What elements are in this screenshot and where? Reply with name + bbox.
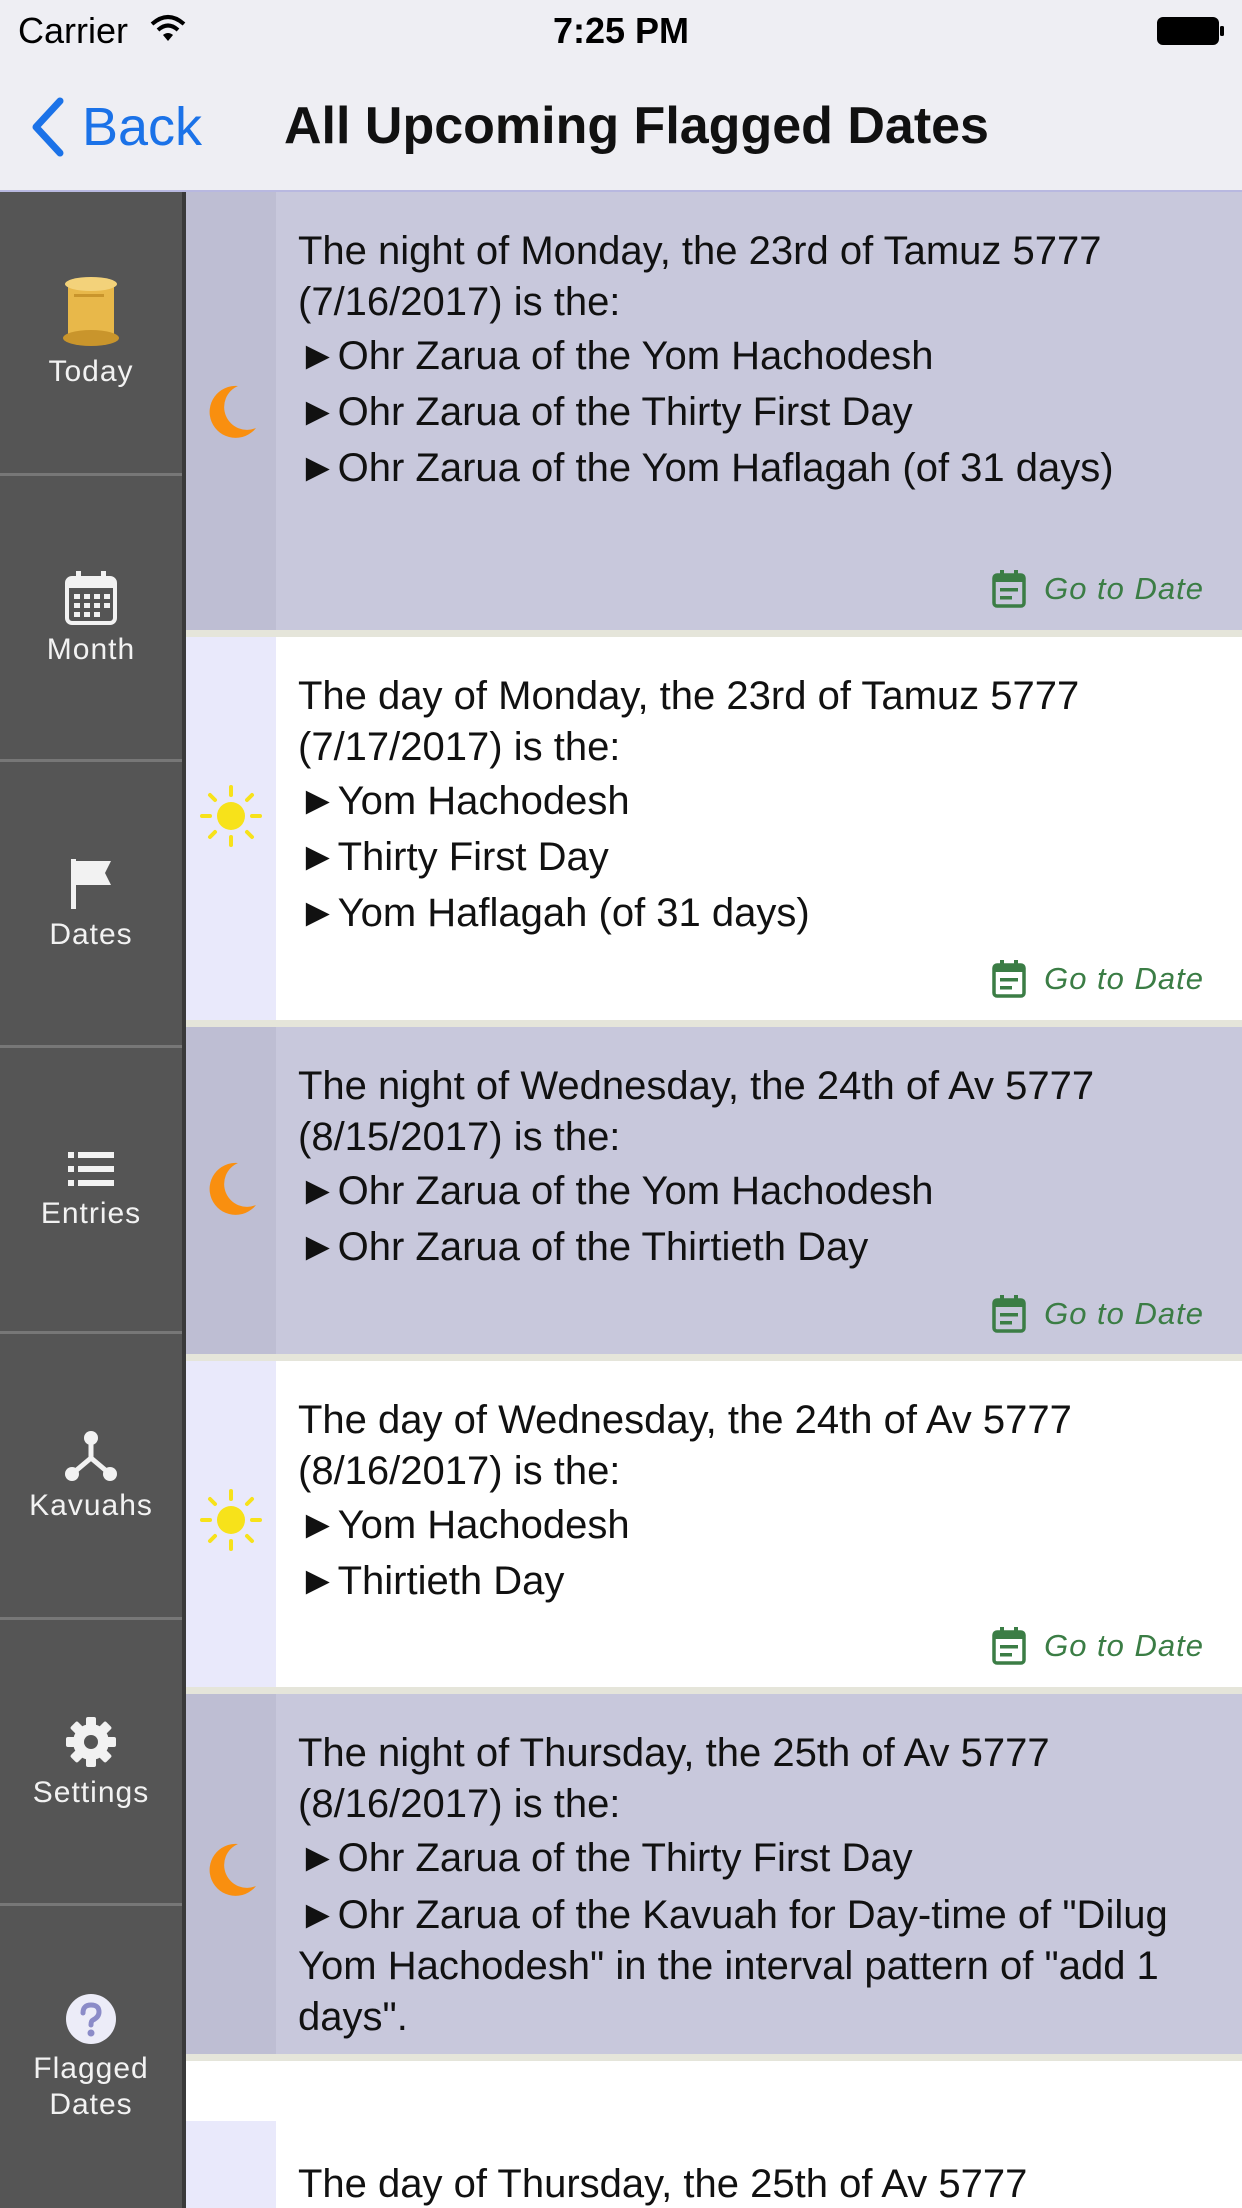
entry-content: The day of Thursday, the 25th of Av 5777 <box>298 2159 1212 2208</box>
calendar-icon <box>65 570 117 625</box>
entry-content: The day of Wednesday, the 24th of Av 577… <box>298 1395 1212 1609</box>
sidebar-item-today[interactable]: Today <box>0 192 182 476</box>
list-icon <box>68 1151 114 1186</box>
entry-content: The night of Thursday, the 25th of Av 57… <box>298 1728 1212 2043</box>
sun-icon <box>200 785 262 847</box>
entry-content: The night of Monday, the 23rd of Tamuz 5… <box>298 226 1212 496</box>
time-of-day-gutter <box>186 1694 276 2054</box>
entry-item: ►Yom Haflagah (of 31 days) <box>298 891 810 935</box>
divider <box>186 1020 1242 1027</box>
sun-icon <box>200 1489 262 1551</box>
status-bar: Carrier 7:25 PM <box>0 0 1242 62</box>
list-item: The night of Wednesday, the 24th of Av 5… <box>186 1027 1242 1354</box>
moon-icon <box>209 1843 256 1896</box>
divider <box>186 630 1242 637</box>
go-to-date-label: Go to Date <box>1044 1628 1204 1663</box>
divider <box>186 1354 1242 1361</box>
app-screen: Carrier 7:25 PM Back All Upcoming Flagge… <box>0 0 1242 2208</box>
entry-item: ►Ohr Zarua of the Yom Hachodesh <box>298 334 934 378</box>
list-item: The day of Wednesday, the 24th of Av 577… <box>186 1361 1242 1687</box>
entry-item: ►Ohr Zarua of the Yom Haflagah (of 31 da… <box>298 446 1114 490</box>
entry-item: ►Ohr Zarua of the Yom Hachodesh <box>298 1169 934 1213</box>
divider <box>186 2054 1242 2061</box>
sidebar: Today Month Dates Entries Kavuahs Settin… <box>0 192 186 2208</box>
go-to-date-button[interactable]: Go to Date <box>992 1295 1204 1333</box>
sidebar-item-label: Dates <box>49 917 133 951</box>
page-title: All Upcoming Flagged Dates <box>284 97 989 155</box>
network-icon <box>65 1430 117 1481</box>
go-to-date-label: Go to Date <box>1044 571 1204 606</box>
sidebar-item-label: Month <box>46 632 136 666</box>
flagged-dates-list: The night of Monday, the 23rd of Tamuz 5… <box>186 192 1242 2208</box>
entry-heading: The night of Wednesday, the 24th of Av 5… <box>298 1064 1095 1159</box>
question-icon <box>66 1994 116 2044</box>
calendar-icon <box>992 1295 1026 1333</box>
time-of-day-gutter <box>186 192 276 630</box>
go-to-date-button[interactable]: Go to Date <box>992 570 1204 608</box>
sidebar-item-entries[interactable]: Entries <box>0 1050 182 1334</box>
status-time: 7:25 PM <box>552 10 690 51</box>
entry-item: ►Yom Hachodesh <box>298 779 630 823</box>
go-to-date-label: Go to Date <box>1044 961 1204 996</box>
go-to-date-button[interactable]: Go to Date <box>992 1627 1204 1665</box>
entry-heading: The night of Thursday, the 25th of Av 57… <box>298 1731 1050 1826</box>
sidebar-item-dates[interactable]: Dates <box>0 764 182 1048</box>
time-of-day-gutter <box>186 1027 276 1354</box>
list-item: The day of Thursday, the 25th of Av 5777 <box>186 2061 1242 2208</box>
entry-content: The night of Wednesday, the 24th of Av 5… <box>298 1061 1212 1275</box>
entry-item: ►Ohr Zarua of the Thirtieth Day <box>298 1225 869 1269</box>
moon-icon <box>209 1162 256 1215</box>
entry-item: ►Ohr Zarua of the Kavuah for Day-time of… <box>298 1893 1168 2039</box>
time-of-day-gutter <box>186 1361 276 1687</box>
time-of-day-gutter <box>186 637 276 1020</box>
sidebar-item-flagged-dates[interactable]: Flagged Dates <box>0 1908 182 2208</box>
entry-item: ►Ohr Zarua of the Thirty First Day <box>298 390 913 434</box>
calendar-icon <box>992 1627 1026 1665</box>
entry-heading: The day of Wednesday, the 24th of Av 577… <box>298 1398 1072 1493</box>
sidebar-item-kavuahs[interactable]: Kavuahs <box>0 1336 182 1620</box>
entry-heading: The day of Thursday, the 25th of Av 5777 <box>298 2162 1028 2206</box>
sidebar-item-label: Flagged Dates <box>33 2052 149 2121</box>
calendar-icon <box>992 570 1026 608</box>
entry-heading: The night of Monday, the 23rd of Tamuz 5… <box>298 229 1102 324</box>
entry-heading: The day of Monday, the 23rd of Tamuz 577… <box>298 674 1080 769</box>
entry-item: ►Ohr Zarua of the Thirty First Day <box>298 1836 913 1880</box>
battery-icon <box>1156 16 1226 46</box>
sidebar-item-label: Today <box>48 354 134 388</box>
flag-icon <box>71 858 111 909</box>
entry-content: The day of Monday, the 23rd of Tamuz 577… <box>298 671 1212 941</box>
chevron-left-icon <box>32 97 64 157</box>
sidebar-item-label: Entries <box>40 1196 142 1230</box>
list-item: The day of Monday, the 23rd of Tamuz 577… <box>186 637 1242 1020</box>
sidebar-item-label: Settings <box>32 1775 150 1809</box>
go-to-date-label: Go to Date <box>1044 1296 1204 1331</box>
entry-item: ►Thirty First Day <box>298 835 609 879</box>
sidebar-item-month[interactable]: Month <box>0 478 182 762</box>
back-label: Back <box>82 97 203 157</box>
scroll-icon <box>63 276 119 346</box>
divider <box>186 1687 1242 1694</box>
sidebar-item-settings[interactable]: Settings <box>0 1622 182 1906</box>
calendar-icon <box>992 960 1026 998</box>
entry-item: ►Yom Hachodesh <box>298 1503 630 1547</box>
navigation-bar: Back All Upcoming Flagged Dates <box>0 62 1242 192</box>
list-item: The night of Monday, the 23rd of Tamuz 5… <box>186 192 1242 630</box>
sidebar-item-label: Kavuahs <box>29 1488 153 1522</box>
time-of-day-gutter <box>186 2121 276 2208</box>
back-button[interactable]: Back <box>28 92 202 162</box>
gear-icon <box>66 1716 116 1767</box>
go-to-date-button[interactable]: Go to Date <box>992 960 1204 998</box>
moon-icon <box>209 385 256 438</box>
entry-item: ►Thirtieth Day <box>298 1559 565 1603</box>
list-item: The night of Thursday, the 25th of Av 57… <box>186 1694 1242 2054</box>
